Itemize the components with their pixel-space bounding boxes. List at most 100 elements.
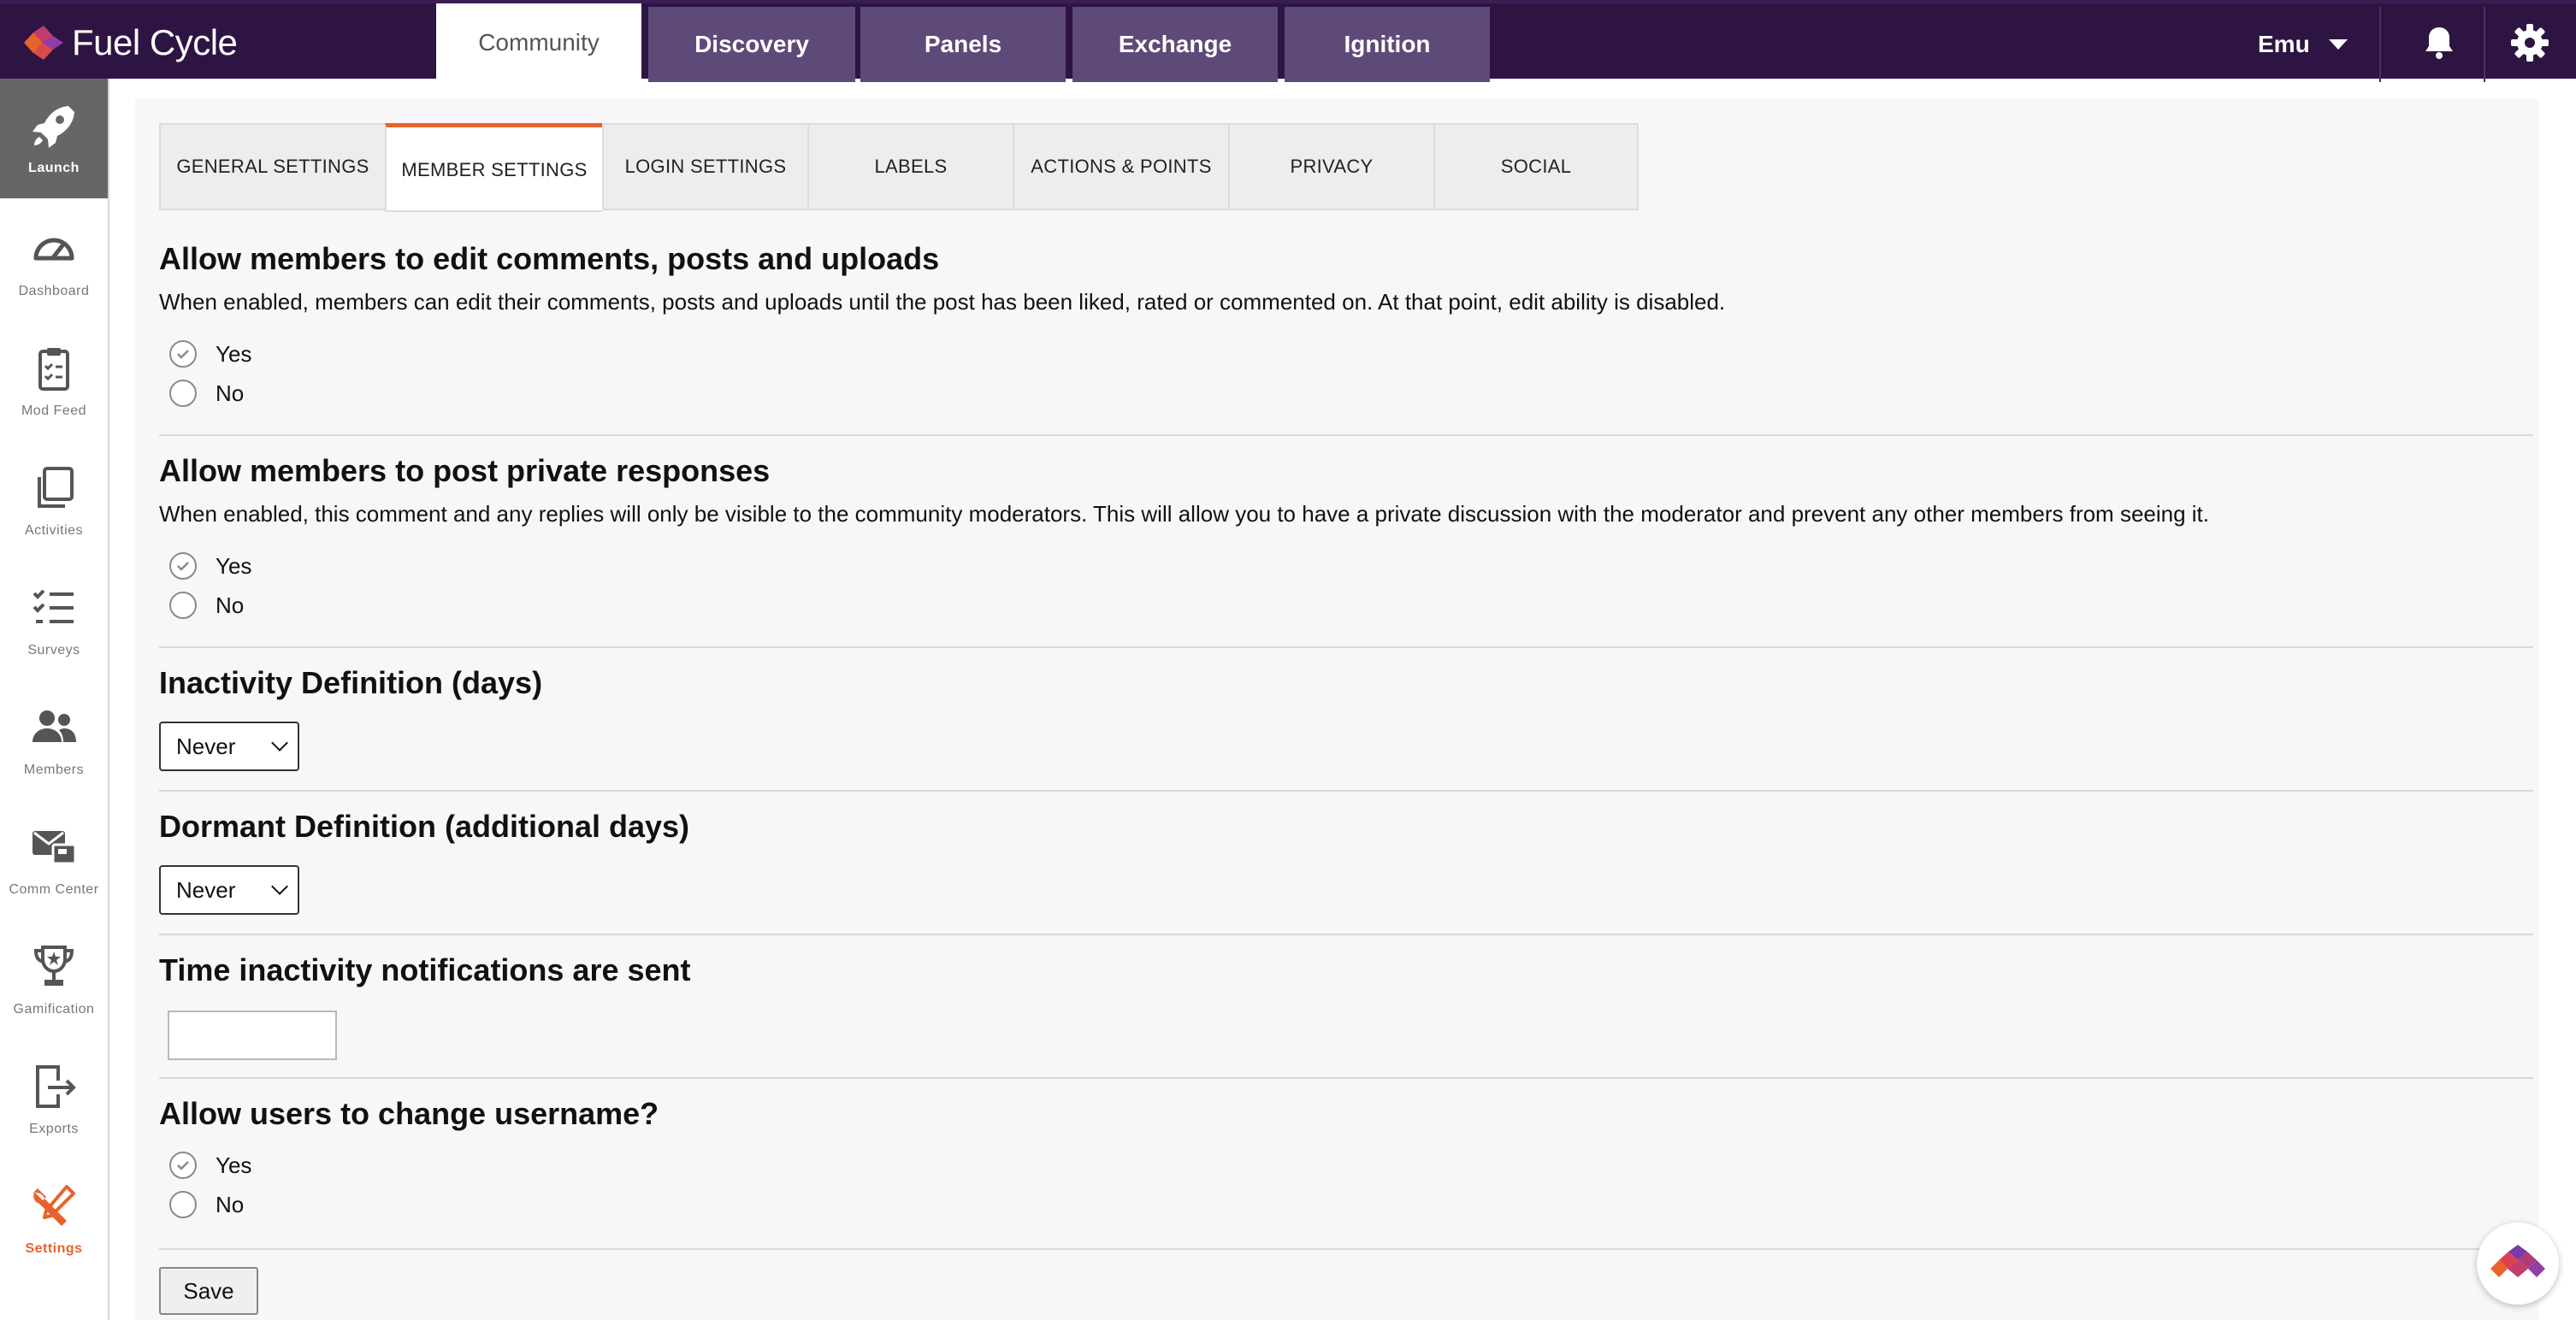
tab-label: SOCIAL (1500, 156, 1572, 177)
left-sidebar: Launch Dashboard Mod Feed Activities Sur… (0, 79, 109, 1320)
checked-radio-icon (169, 340, 197, 368)
chevron-down-icon (271, 878, 288, 895)
nav-tab-label: Panels (924, 31, 1002, 57)
nav-tab-discovery[interactable]: Discovery (648, 7, 855, 82)
dormant-definition-section: Dormant Definition (additional days) Nev… (159, 809, 2533, 915)
sidebar-item-label: Launch (28, 161, 80, 175)
settings-tabs: GENERAL SETTINGS MEMBER SETTINGS LOGIN S… (159, 123, 1639, 212)
change-username-section: Allow users to change username? Yes No (159, 1096, 2533, 1224)
sidebar-item-settings[interactable]: Settings (0, 1159, 108, 1279)
checked-radio-icon (169, 1152, 197, 1179)
save-button-label: Save (183, 1277, 234, 1304)
sidebar-item-activities[interactable]: Activities (0, 441, 108, 561)
nav-tab-label: Ignition (1344, 31, 1431, 57)
edit-comments-yes-radio[interactable]: Yes (159, 334, 2533, 374)
chevron-down-icon (2328, 39, 2348, 50)
mail-icon (32, 831, 77, 865)
tab-general-settings[interactable]: GENERAL SETTINGS (159, 123, 385, 210)
radio-label: No (216, 592, 245, 618)
nav-tab-panels[interactable]: Panels (860, 7, 1066, 82)
nav-tab-ignition[interactable]: Ignition (1285, 7, 1490, 82)
divider (2484, 7, 2485, 82)
section-title: Allow users to change username? (159, 1096, 659, 1131)
section-title: Allow members to edit comments, posts an… (159, 241, 940, 276)
tab-member-settings[interactable]: MEMBER SETTINGS (385, 123, 602, 212)
sidebar-item-label: Dashboard (18, 284, 90, 298)
section-title: Time inactivity notifications are sent (159, 952, 691, 987)
save-button[interactable]: Save (159, 1267, 258, 1315)
sidebar-item-dashboard[interactable]: Dashboard (0, 202, 108, 321)
fuel-cycle-logo[interactable]: Fuel Cycle (24, 15, 238, 70)
section-description: When enabled, this comment and any repli… (159, 501, 2210, 527)
divider (159, 646, 2533, 648)
tab-privacy[interactable]: PRIVACY (1228, 123, 1433, 210)
radio-icon (169, 592, 197, 619)
export-icon (36, 1065, 76, 1108)
divider (159, 790, 2533, 792)
tools-icon (32, 1185, 75, 1226)
private-responses-section: Allow members to post private responses … (159, 453, 2533, 625)
dormant-days-select[interactable]: Never (159, 865, 299, 915)
clipboard-icon (38, 348, 69, 391)
sidebar-item-gamification[interactable]: Gamification (0, 920, 108, 1040)
help-widget-button[interactable] (2477, 1223, 2559, 1305)
inactivity-days-select[interactable]: Never (159, 722, 299, 771)
sidebar-item-mod-feed[interactable]: Mod Feed (0, 321, 108, 441)
top-navigation-bar: Fuel Cycle Community Discovery Panels Ex… (0, 0, 2576, 82)
section-description: When enabled, members can edit their com… (159, 289, 1726, 315)
radio-label: No (216, 1191, 245, 1217)
sidebar-item-label: Exports (29, 1122, 79, 1136)
copy-icon (38, 467, 74, 508)
sidebar-item-label: Gamification (13, 1002, 95, 1017)
fuel-cycle-logo-icon (24, 26, 63, 60)
gear-icon[interactable] (2509, 22, 2550, 63)
radio-label: Yes (216, 552, 252, 579)
tab-label: GENERAL SETTINGS (176, 156, 369, 177)
select-value: Never (176, 733, 236, 759)
sidebar-item-launch[interactable]: Launch (0, 79, 108, 198)
inactivity-definition-section: Inactivity Definition (days) Never (159, 665, 2533, 771)
divider (159, 434, 2533, 436)
divider (159, 1248, 2533, 1250)
tab-labels[interactable]: LABELS (807, 123, 1013, 210)
trophy-icon (33, 946, 74, 986)
sidebar-item-comm-center[interactable]: Comm Center (0, 800, 108, 920)
nav-tab-exchange[interactable]: Exchange (1072, 7, 1278, 82)
tab-actions-points[interactable]: ACTIONS & POINTS (1013, 123, 1228, 210)
tab-label: LABELS (874, 156, 948, 177)
sidebar-item-label: Activities (24, 523, 84, 538)
radio-label: Yes (216, 340, 252, 367)
rocket-icon (32, 106, 74, 148)
radio-label: Yes (216, 1152, 252, 1178)
radio-icon (169, 380, 197, 407)
tab-label: PRIVACY (1290, 156, 1374, 177)
edit-comments-section: Allow members to edit comments, posts an… (159, 241, 2533, 413)
tab-social[interactable]: SOCIAL (1433, 123, 1639, 210)
section-title: Inactivity Definition (days) (159, 665, 543, 700)
divider (159, 1077, 2533, 1079)
sidebar-item-members[interactable]: Members (0, 681, 108, 800)
gauge-icon (33, 238, 74, 261)
edit-comments-no-radio[interactable]: No (159, 374, 2533, 413)
radio-icon (169, 1191, 197, 1218)
chevron-down-icon (271, 734, 288, 751)
nav-tab-community[interactable]: Community (436, 3, 641, 82)
nav-tab-label: Exchange (1118, 31, 1232, 57)
select-value: Never (176, 876, 236, 903)
sidebar-item-label: Settings (25, 1241, 83, 1256)
tab-login-settings[interactable]: LOGIN SETTINGS (602, 123, 807, 210)
sidebar-item-exports[interactable]: Exports (0, 1040, 108, 1159)
nav-tab-label: Community (478, 29, 600, 56)
divider (2379, 7, 2381, 82)
sidebar-item-surveys[interactable]: Surveys (0, 561, 108, 681)
bell-icon[interactable] (2419, 22, 2460, 63)
main-content: GENERAL SETTINGS MEMBER SETTINGS LOGIN S… (135, 99, 2538, 1320)
users-icon (32, 710, 76, 742)
private-responses-yes-radio[interactable]: Yes (159, 546, 2533, 586)
section-title: Allow members to post private responses (159, 453, 771, 488)
user-menu[interactable]: Emu (2258, 7, 2384, 82)
change-username-yes-radio[interactable]: Yes (159, 1146, 2533, 1185)
change-username-no-radio[interactable]: No (159, 1185, 2533, 1224)
notification-time-input[interactable] (168, 1011, 337, 1060)
private-responses-no-radio[interactable]: No (159, 586, 2533, 625)
